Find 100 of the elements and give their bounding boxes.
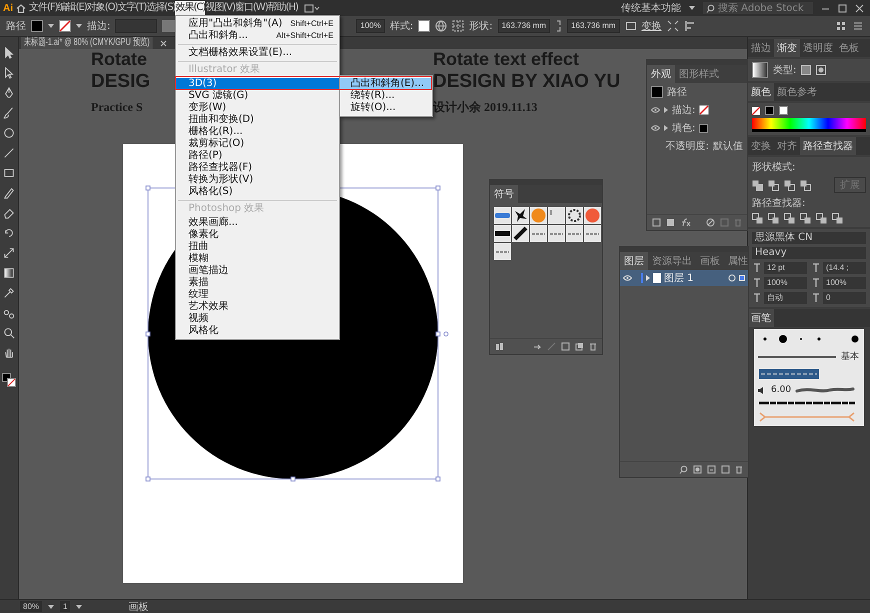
trash-icon[interactable] <box>735 465 743 474</box>
expand-triangle-icon[interactable] <box>664 125 668 131</box>
style-swatch[interactable] <box>418 20 430 32</box>
close-icon[interactable] <box>160 40 167 46</box>
eye-icon[interactable] <box>623 275 632 281</box>
symbol-thumbnail[interactable] <box>566 225 583 242</box>
new-layer-icon[interactable] <box>721 465 730 474</box>
fx-icon[interactable] <box>680 218 691 227</box>
gradient-icon[interactable] <box>3 267 15 279</box>
fill-stroke-icon[interactable] <box>2 373 16 387</box>
symbol-thumbnail[interactable] <box>494 207 511 224</box>
width-field[interactable]: 163.736 mm <box>498 19 550 33</box>
transform-link[interactable]: 变换 <box>642 19 662 33</box>
pencil-icon[interactable] <box>3 187 15 199</box>
workspace-switcher[interactable]: 传统基本功能 <box>621 1 681 15</box>
document-tab[interactable]: 未标题-1.ai* @ 80% (CMYK/GPU 预览) <box>21 37 152 49</box>
symbol-libraries-icon[interactable] <box>495 342 506 351</box>
link-icon[interactable] <box>555 20 562 32</box>
eye-icon[interactable] <box>651 107 660 113</box>
menu-title[interactable]: 窗口(W) <box>234 1 268 15</box>
trash-icon[interactable] <box>589 342 597 351</box>
symbol-thumbnail[interactable] <box>512 207 529 224</box>
none-swatch[interactable] <box>752 106 760 114</box>
menu-item[interactable]: 3D(3) <box>176 78 340 90</box>
target-icon[interactable] <box>728 274 736 282</box>
pathfinder-icon[interactable] <box>832 213 843 224</box>
menu-item[interactable]: 凸出和斜角(E)... <box>340 78 432 90</box>
menu-item[interactable]: 效果画廊... <box>176 217 340 229</box>
menu-title[interactable]: 对象(O) <box>86 1 118 15</box>
home-icon[interactable] <box>16 4 26 12</box>
caret-icon[interactable] <box>76 604 82 608</box>
font-style-field[interactable]: Heavy <box>752 247 866 259</box>
shape-mode-icon[interactable] <box>800 180 811 190</box>
menu-item[interactable]: 文档栅格效果设置(E)... <box>176 47 340 59</box>
fill-swatch[interactable] <box>31 20 43 32</box>
panel-tab[interactable]: 路径查找器 <box>800 137 856 155</box>
character-field[interactable]: 0 <box>823 292 866 304</box>
ellipse-icon[interactable] <box>3 127 15 139</box>
menu-item[interactable]: 路径(P) <box>176 150 340 162</box>
close-icon[interactable] <box>855 4 864 12</box>
symbol-options-icon[interactable] <box>561 342 570 351</box>
panel-tab[interactable]: 描边 <box>748 39 774 57</box>
rotate-icon[interactable] <box>3 227 15 239</box>
basic-brush-stroke[interactable] <box>757 354 837 360</box>
color-swatch[interactable] <box>765 106 774 115</box>
pathfinder-icon[interactable] <box>816 213 827 224</box>
character-field[interactable]: 100% <box>764 277 807 289</box>
panel-tab[interactable]: 变换 <box>748 137 774 155</box>
panel-tab[interactable]: 颜色 <box>748 83 774 101</box>
menu-item[interactable]: 绕转(R)... <box>340 90 432 102</box>
radial-gradient-icon[interactable] <box>816 65 826 75</box>
character-field[interactable]: (14.4 ; <box>823 262 866 274</box>
menu-item[interactable]: 裁剪标记(O) <box>176 138 340 150</box>
add-stroke-icon[interactable] <box>652 218 661 227</box>
symbol-thumbnail[interactable] <box>512 225 529 242</box>
new-symbol-icon[interactable] <box>575 342 584 351</box>
panel-tab[interactable]: 符号 <box>490 185 518 203</box>
pathfinder-icon[interactable] <box>768 213 779 224</box>
symbol-thumbnail[interactable] <box>494 243 511 260</box>
panel-tab[interactable]: 图层 <box>620 252 648 270</box>
fill-swatch[interactable] <box>699 124 708 132</box>
selection-indicator[interactable] <box>739 275 745 281</box>
charcoal-brush-stroke[interactable] <box>795 385 856 395</box>
menu-item[interactable]: 风格化(S) <box>176 186 340 198</box>
menu-item[interactable]: 素描 <box>176 277 340 289</box>
caret-icon[interactable] <box>76 24 82 28</box>
panel-tab[interactable]: 画板 <box>696 252 724 270</box>
globe-icon[interactable] <box>435 20 448 32</box>
hand-icon[interactable] <box>3 347 15 359</box>
pathfinder-icon[interactable] <box>784 213 795 224</box>
blend-icon[interactable] <box>3 307 15 319</box>
place-symbol-icon[interactable] <box>533 342 542 351</box>
menu-item[interactable]: 扭曲和变换(D) <box>176 114 340 126</box>
clipping-mask-icon[interactable] <box>693 465 702 474</box>
panel-tab[interactable]: 色板 <box>836 39 862 57</box>
symbol-thumbnail[interactable] <box>548 225 565 242</box>
eye-icon[interactable] <box>651 125 660 131</box>
menu-title[interactable]: 文字(T) <box>117 1 146 15</box>
shape-mode-icon[interactable] <box>752 180 763 190</box>
shape-mode-icon[interactable] <box>768 180 779 190</box>
pathfinder-icon[interactable] <box>752 213 763 224</box>
font-family-field[interactable]: 思源黑体 CN <box>752 232 866 244</box>
artboard-number-field[interactable]: 1 <box>60 601 70 612</box>
menu-item[interactable]: 栅格化(R)... <box>176 126 340 138</box>
align-icon[interactable] <box>684 20 696 32</box>
scale-icon[interactable] <box>3 247 15 259</box>
menu-item[interactable]: 转换为形状(V) <box>176 174 340 186</box>
panel-tab[interactable]: 图形样式 <box>675 65 723 83</box>
menu-item[interactable]: 画笔描边 <box>176 265 340 277</box>
panel-tab[interactable]: 属性 <box>724 252 752 270</box>
color-swatch[interactable] <box>779 106 788 115</box>
expand-triangle-icon[interactable] <box>646 275 650 281</box>
stroke-weight-field[interactable] <box>115 19 158 33</box>
symbol-thumbnail[interactable] <box>530 225 547 242</box>
panel-tab[interactable]: 渐变 <box>774 39 800 57</box>
symbol-thumbnail[interactable] <box>584 225 601 242</box>
search-icon[interactable] <box>679 465 688 474</box>
add-fill-icon[interactable] <box>666 218 675 227</box>
menu-item[interactable]: 旋转(O)... <box>340 102 432 114</box>
menu-icon[interactable] <box>852 20 864 32</box>
